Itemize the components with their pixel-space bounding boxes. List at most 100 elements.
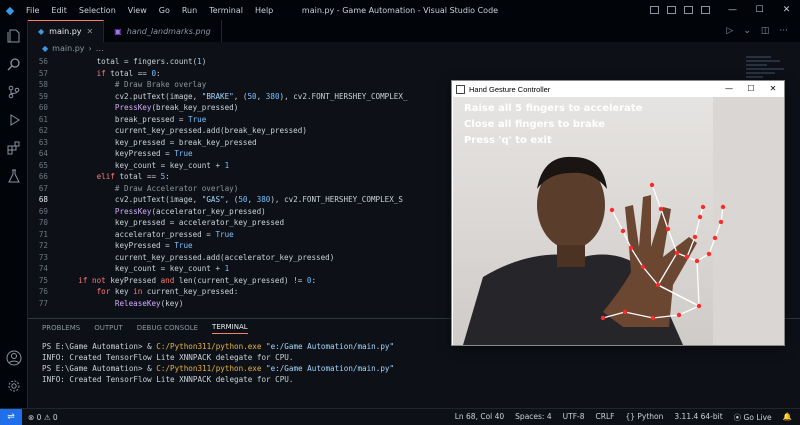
- cursor-position[interactable]: Ln 68, Col 40: [455, 412, 504, 423]
- menu-help[interactable]: Help: [249, 6, 279, 15]
- code-text: keyPressed = True: [114, 241, 193, 250]
- instruction-exit: Press 'q' to exit: [464, 135, 552, 146]
- run-debug-icon[interactable]: [4, 110, 24, 130]
- window-app-icon: [456, 84, 465, 94]
- menu-go[interactable]: Go: [153, 6, 176, 15]
- landmark-point: [706, 251, 712, 257]
- run-dropdown-icon[interactable]: ⌄: [743, 26, 751, 36]
- code-text: keyPressed = True: [114, 149, 193, 158]
- code-text: elif total == 5:: [96, 172, 170, 181]
- code-text: key_pressed = break_key_pressed: [114, 137, 257, 147]
- extensions-icon[interactable]: [4, 138, 24, 158]
- line-number: 56: [38, 57, 48, 66]
- landmark-point: [720, 204, 726, 210]
- menu-edit[interactable]: Edit: [45, 6, 73, 15]
- menu-selection[interactable]: Selection: [73, 6, 122, 15]
- indentation[interactable]: Spaces: 4: [515, 412, 551, 423]
- panel-tab-output[interactable]: OUTPUT: [94, 324, 123, 332]
- go-live-button[interactable]: ⦿ Go Live: [734, 412, 772, 423]
- tab-label: main.py: [49, 27, 82, 36]
- more-actions-icon[interactable]: ···: [779, 26, 788, 36]
- code-text: accelerator_pressed = True: [114, 229, 234, 239]
- tab-label: hand_landmarks.png: [126, 26, 211, 36]
- landmark-point: [700, 204, 706, 210]
- line-number: 69: [38, 206, 48, 216]
- line-number: 63: [38, 137, 48, 147]
- landmark-point: [696, 303, 702, 309]
- toggle-sidebar-icon[interactable]: [650, 6, 659, 14]
- landmark-point: [718, 219, 724, 225]
- window-controls: — ☐ ✕: [719, 0, 800, 20]
- source-control-icon[interactable]: [4, 82, 24, 102]
- python-file-icon: ◆: [38, 27, 45, 36]
- tab-main-py[interactable]: ◆ main.py ✕: [28, 20, 105, 42]
- line-number: 71: [38, 229, 48, 239]
- language-mode[interactable]: {} Python: [625, 412, 663, 423]
- customize-layout-icon[interactable]: [701, 6, 710, 14]
- menu-file[interactable]: File: [20, 6, 45, 15]
- landmark-point: [609, 207, 615, 213]
- split-editor-icon[interactable]: ◫: [761, 26, 770, 36]
- code-text: # Draw Accelerator overlay): [114, 183, 239, 193]
- landmark-point: [692, 234, 698, 240]
- popup-close-button[interactable]: ✕: [762, 81, 784, 97]
- python-interpreter[interactable]: 3.11.4 64-bit: [674, 412, 722, 423]
- line-number: 74: [38, 264, 48, 273]
- code-text: cv2.putText(image, "GAS", (50, 380), cv2…: [114, 195, 403, 204]
- menu-view[interactable]: View: [122, 6, 153, 15]
- search-icon[interactable]: [4, 54, 24, 74]
- landmark-point: [628, 245, 634, 251]
- code-text: key_pressed = accelerator_key_pressed: [114, 218, 285, 227]
- toggle-secondary-sidebar-icon[interactable]: [684, 6, 693, 14]
- panel-tab-debug-console[interactable]: DEBUG CONSOLE: [137, 324, 198, 332]
- settings-gear-icon[interactable]: [4, 376, 24, 396]
- run-python-file-icon[interactable]: ▷: [726, 26, 733, 36]
- tab-hand-landmarks[interactable]: ▣ hand_landmarks.png: [104, 20, 222, 42]
- code-text: key_count = key_count + 1: [114, 264, 230, 273]
- breadcrumb-symbol[interactable]: …: [96, 44, 104, 53]
- line-number: 73: [38, 252, 48, 262]
- close-tab-icon[interactable]: ✕: [87, 27, 94, 36]
- image-file-icon: ▣: [114, 26, 122, 36]
- maximize-button[interactable]: ☐: [746, 0, 773, 20]
- panel-tab-terminal[interactable]: TERMINAL: [212, 323, 248, 334]
- code-line[interactable]: 57 if total == 0:: [28, 68, 800, 80]
- landmark-point: [640, 264, 646, 270]
- line-number: 57: [38, 68, 48, 78]
- popup-minimize-button[interactable]: —: [718, 81, 740, 97]
- code-text: break_pressed = True: [114, 114, 207, 124]
- line-number: 62: [38, 126, 48, 135]
- landmark-point: [674, 250, 680, 256]
- title-bar: ◆ File Edit Selection View Go Run Terminal Help…: [0, 0, 800, 20]
- explorer-icon[interactable]: [4, 26, 24, 46]
- hand-gesture-window: Hand Gesture Controller — ☐ ✕ Raise all …: [451, 80, 785, 346]
- problems-count[interactable]: ⊗ 0 ⚠ 0: [28, 413, 58, 422]
- toggle-panel-icon[interactable]: [667, 6, 676, 14]
- editor-actions: ▷ ⌄ ◫ ···: [726, 20, 788, 42]
- line-number: 64: [38, 149, 48, 158]
- line-number: 65: [38, 160, 48, 170]
- panel-tab-problems[interactable]: PROBLEMS: [42, 324, 80, 332]
- testing-flask-icon[interactable]: [4, 166, 24, 186]
- code-text: current_key_pressed.add(accelerator_key_…: [114, 252, 335, 262]
- notifications-bell-icon[interactable]: 🔔: [783, 412, 792, 423]
- remote-indicator-icon[interactable]: ⇌: [0, 408, 22, 425]
- breadcrumb-file[interactable]: main.py: [52, 44, 84, 53]
- popup-maximize-button[interactable]: ☐: [740, 81, 762, 97]
- menu-run[interactable]: Run: [176, 6, 203, 15]
- terminal-line: INFO: Created TensorFlow Lite XNNPACK de…: [42, 353, 294, 362]
- editor-tabs: ◆ main.py ✕ ▣ hand_landmarks.png ▷ ⌄ ◫ ·…: [28, 20, 800, 42]
- close-button[interactable]: ✕: [773, 0, 800, 20]
- minimize-button[interactable]: —: [719, 0, 746, 20]
- encoding[interactable]: UTF-8: [563, 412, 585, 423]
- end-of-line[interactable]: CRLF: [596, 412, 615, 423]
- terminal-line: PS E:\Game Automation> & C:/Python311/py…: [42, 364, 395, 373]
- landmark-point: [712, 235, 718, 241]
- line-number: 67: [38, 183, 48, 193]
- menu-terminal[interactable]: Terminal: [203, 6, 249, 15]
- account-icon[interactable]: [4, 348, 24, 368]
- code-text: cv2.putText(image, "BRAKE", (50, 380), c…: [114, 91, 408, 101]
- code-text: total = fingers.count(1): [96, 57, 207, 66]
- landmark-point: [655, 282, 661, 288]
- code-line[interactable]: 56 total = fingers.count(1): [28, 56, 800, 68]
